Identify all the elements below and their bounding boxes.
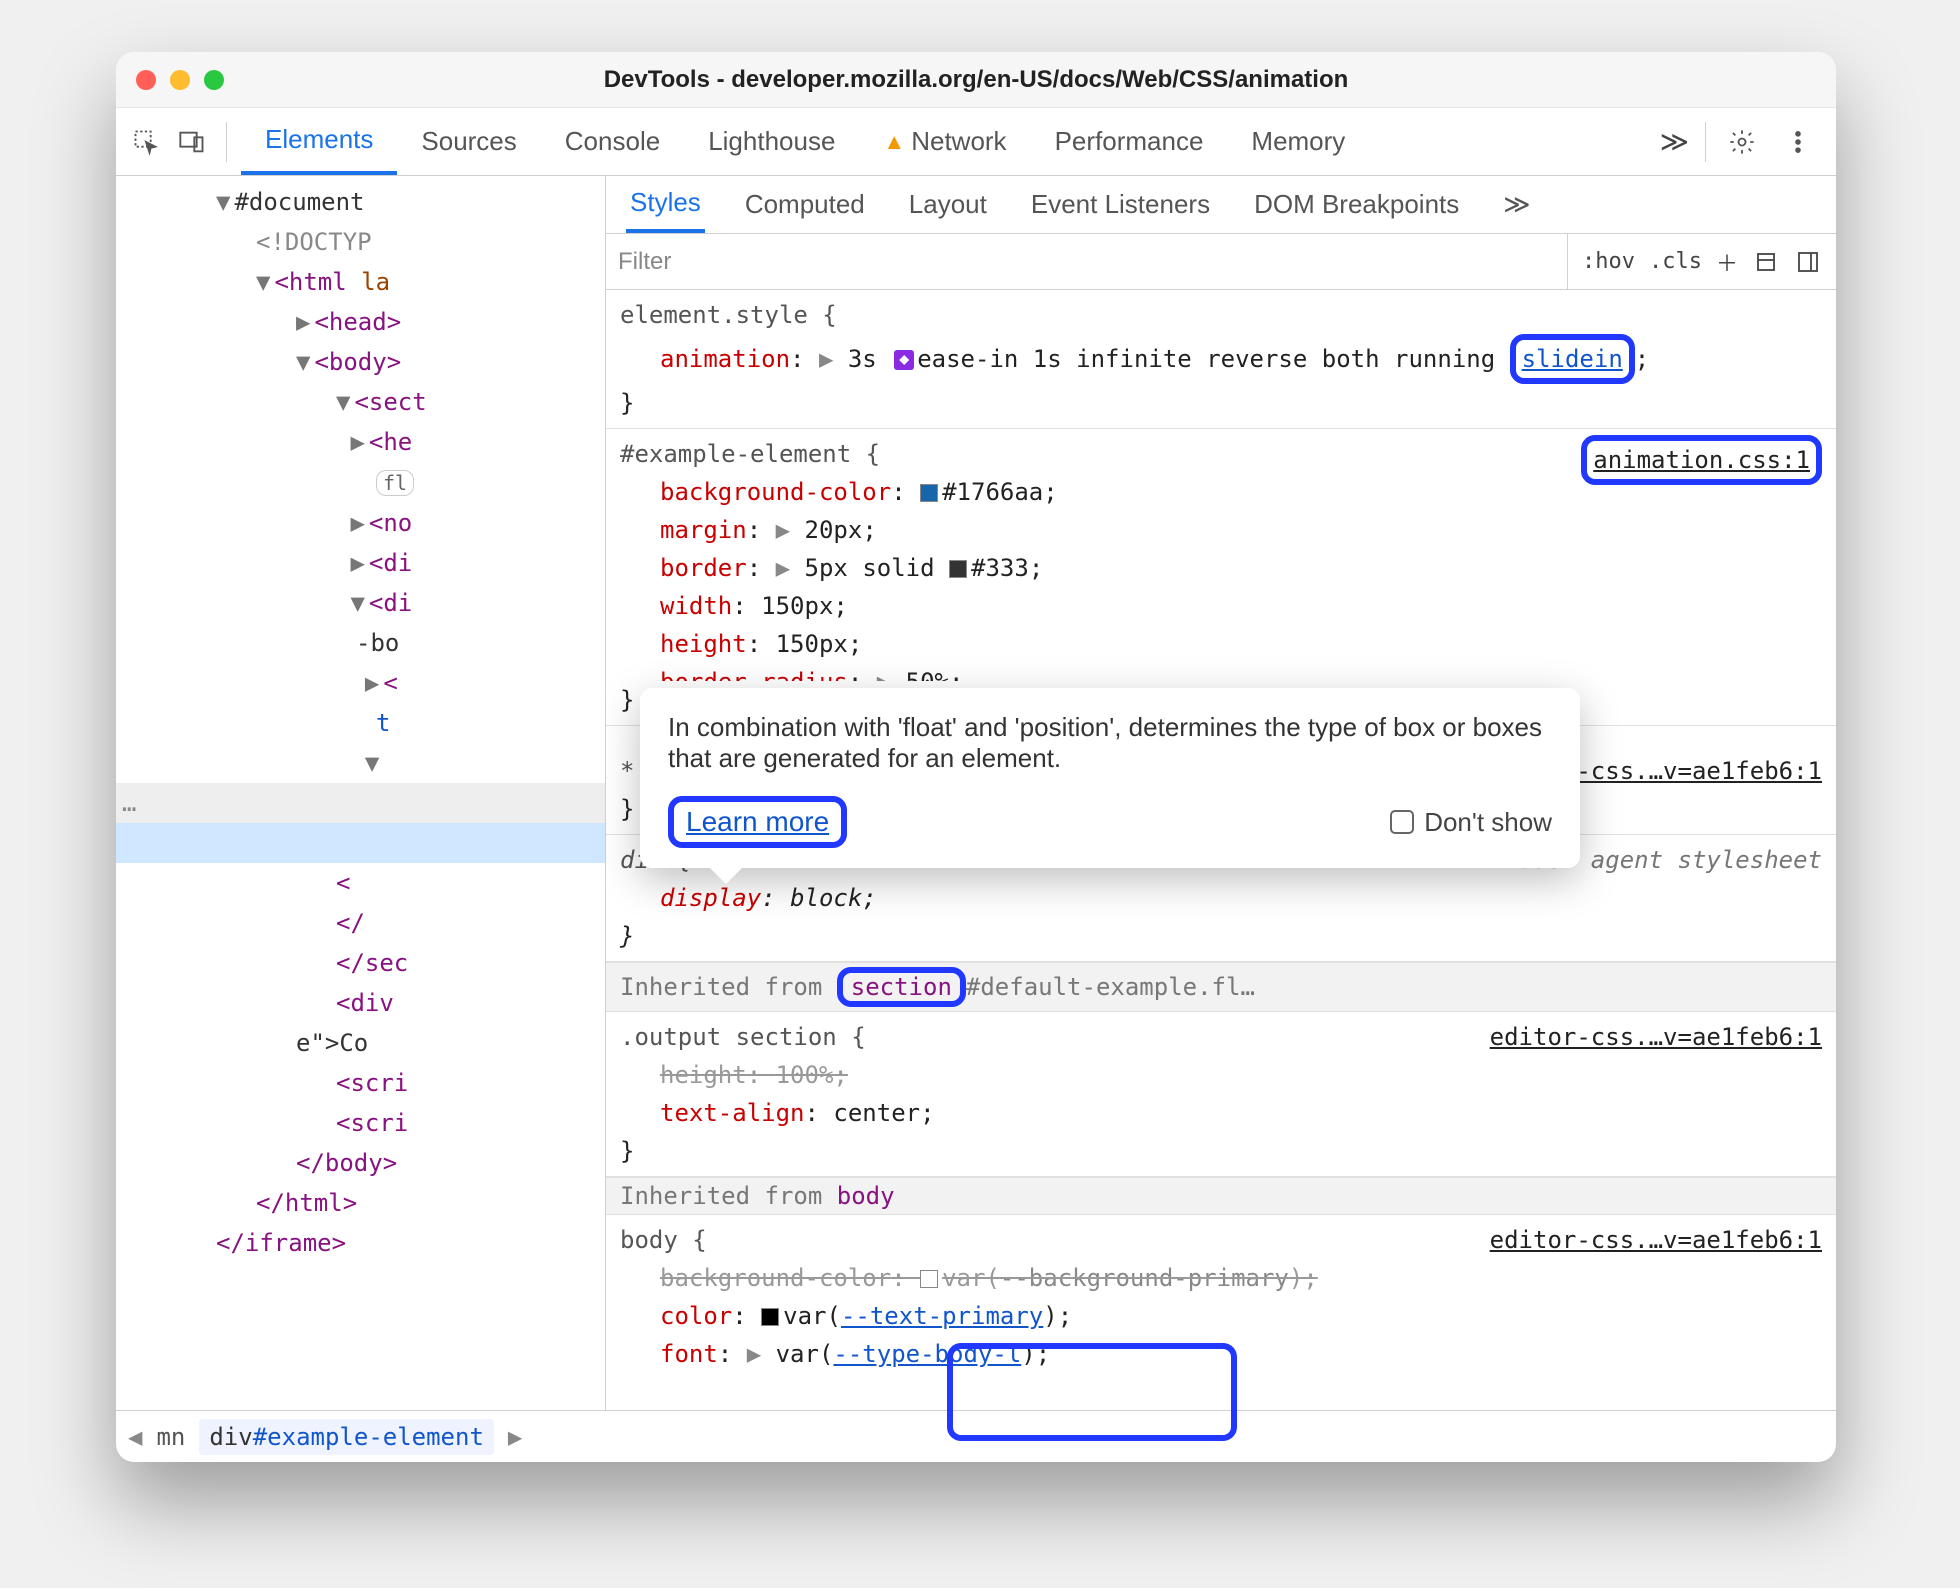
inspect-icon[interactable] xyxy=(126,122,166,162)
crumb-right-icon[interactable]: ▶ xyxy=(508,1423,522,1451)
settings-icon[interactable] xyxy=(1722,122,1762,162)
tab-memory[interactable]: Memory xyxy=(1227,108,1369,175)
dont-show-checkbox[interactable]: Don't show xyxy=(1390,807,1552,838)
breadcrumb[interactable]: ◀ mn div#example-element ▶ xyxy=(116,1410,1836,1462)
rule-body[interactable]: editor-css.…v=ae1feb6:1 body { backgroun… xyxy=(606,1215,1836,1379)
subtab-dom-breakpoints[interactable]: DOM Breakpoints xyxy=(1250,176,1463,233)
source-link[interactable]: editor-css.…v=ae1feb6:1 xyxy=(1490,1221,1822,1259)
minimize-window-button[interactable] xyxy=(170,70,190,90)
rule-example-element[interactable]: animation.css:1 #example-element { backg… xyxy=(606,429,1836,726)
inherited-from-section: Inherited from section#default-example.f… xyxy=(606,962,1836,1012)
subtabs-overflow-icon[interactable]: ≫ xyxy=(1499,176,1534,233)
main-tabs: Elements Sources Console Lighthouse ▲Net… xyxy=(241,108,1654,175)
inherited-from-body: Inherited from body xyxy=(606,1177,1836,1215)
panel-dock-icon[interactable] xyxy=(1794,248,1822,276)
subtab-styles[interactable]: Styles xyxy=(626,176,705,233)
tooltip-text: In combination with 'float' and 'positio… xyxy=(668,712,1552,774)
crumb-item[interactable]: mn xyxy=(156,1423,185,1451)
subtab-computed[interactable]: Computed xyxy=(741,176,869,233)
rule-element-style[interactable]: element.style { animation: ▶ 3s ease-in … xyxy=(606,290,1836,429)
crumb-current[interactable]: div#example-element xyxy=(199,1419,494,1455)
rule-output-section[interactable]: editor-css.…v=ae1feb6:1 .output section … xyxy=(606,1012,1836,1177)
new-rule-button[interactable]: ＋ xyxy=(1716,246,1738,278)
close-window-button[interactable] xyxy=(136,70,156,90)
tab-performance[interactable]: Performance xyxy=(1031,108,1228,175)
filter-row: :hov .cls ＋ xyxy=(606,234,1836,290)
tabs-overflow-icon[interactable]: ≫ xyxy=(1660,125,1689,158)
tab-lighthouse[interactable]: Lighthouse xyxy=(684,108,859,175)
checkbox-icon[interactable] xyxy=(1390,810,1414,834)
annotation-highlight: slidein xyxy=(1510,334,1635,384)
dom-tree-panel[interactable]: ▼#document <!DOCTYP ▼<html la ▶<head> ▼<… xyxy=(116,176,606,1410)
selected-dom-node[interactable] xyxy=(116,823,605,863)
filter-input[interactable] xyxy=(606,234,1568,289)
titlebar: DevTools - developer.mozilla.org/en-US/d… xyxy=(116,52,1836,108)
tab-sources[interactable]: Sources xyxy=(397,108,540,175)
easing-icon[interactable] xyxy=(894,350,914,370)
computed-toggle-icon[interactable] xyxy=(1752,248,1780,276)
source-link[interactable]: editor-css.…v=ae1feb6:1 xyxy=(1490,1018,1822,1056)
crumb-left-icon[interactable]: ◀ xyxy=(128,1423,142,1451)
styles-subtabs: Styles Computed Layout Event Listeners D… xyxy=(606,176,1836,234)
device-toggle-icon[interactable] xyxy=(172,122,212,162)
tab-network[interactable]: ▲Network xyxy=(859,108,1030,175)
learn-more-link[interactable]: Learn more xyxy=(668,796,847,848)
tab-console[interactable]: Console xyxy=(541,108,684,175)
subtab-event-listeners[interactable]: Event Listeners xyxy=(1027,176,1214,233)
main-toolbar: Elements Sources Console Lighthouse ▲Net… xyxy=(116,108,1836,176)
warning-icon: ▲ xyxy=(883,129,905,155)
window-title: DevTools - developer.mozilla.org/en-US/d… xyxy=(116,66,1836,94)
maximize-window-button[interactable] xyxy=(204,70,224,90)
kebab-menu-icon[interactable] xyxy=(1778,122,1818,162)
divider xyxy=(1705,122,1706,162)
source-link[interactable]: animation.css:1 xyxy=(1581,435,1822,485)
subtab-layout[interactable]: Layout xyxy=(905,176,991,233)
animation-name-link[interactable]: slidein xyxy=(1522,345,1623,373)
property-tooltip: In combination with 'float' and 'positio… xyxy=(640,688,1580,868)
divider xyxy=(226,122,227,162)
window-controls xyxy=(136,70,224,90)
hov-toggle[interactable]: :hov xyxy=(1582,249,1635,274)
cls-toggle[interactable]: .cls xyxy=(1649,249,1702,274)
tab-elements[interactable]: Elements xyxy=(241,108,397,175)
